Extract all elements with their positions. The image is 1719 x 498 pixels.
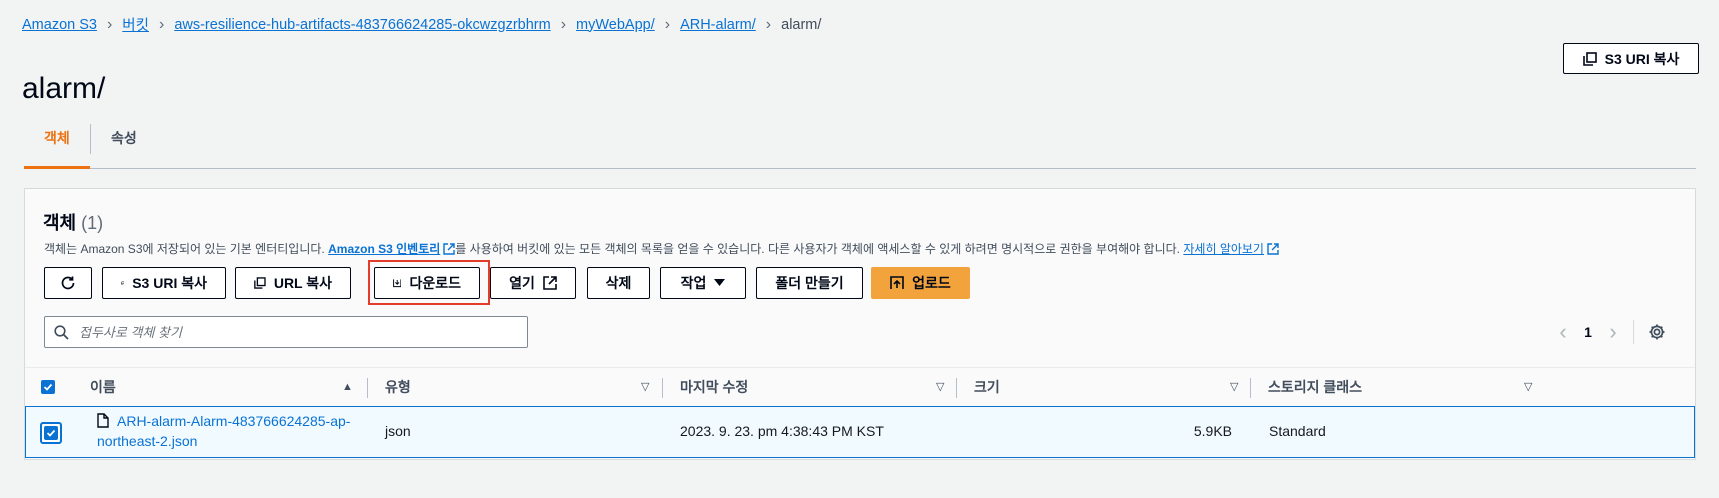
sort-icon[interactable]: ▽ [1230,368,1238,406]
object-name-cell: ARH-alarm-Alarm-483766624285-ap-northeas… [97,411,357,451]
table-row[interactable]: ARH-alarm-Alarm-483766624285-ap-northeas… [25,406,1695,458]
upload-button[interactable]: 업로드 [871,267,970,299]
upload-icon [890,276,904,289]
copy-s3-uri-label: S3 URI 복사 [132,275,207,291]
column-header-type[interactable]: 유형 ▽ [385,368,660,407]
breadcrumb-item-buckets[interactable]: 버킷 [122,14,149,35]
search-input[interactable] [77,323,511,341]
open-label: 열기 [509,275,535,291]
sort-icon[interactable]: ▽ [936,368,944,406]
chevron-right-icon: › [664,15,671,33]
object-modified-cell: 2023. 9. 23. pm 4:38:43 PM KST [680,423,884,439]
row-checkbox[interactable] [40,422,62,444]
copy-url-button[interactable]: URL 복사 [235,267,351,299]
copy-url-label: URL 복사 [273,275,332,291]
tab-properties[interactable]: 속성 [111,118,137,168]
download-icon [393,279,402,288]
chevron-right-icon: › [106,15,113,33]
chevron-right-icon: › [765,15,772,33]
table-header: 이름 ▲ 유형 ▽ 마지막 수정 ▽ 크기 ▽ 스토리지 클래스 ▽ [25,367,1695,408]
copy-icon [1582,51,1597,66]
breadcrumb-item-bucket[interactable]: aws-resilience-hub-artifacts-48376662428… [174,17,550,33]
copy-icon [121,281,125,285]
chevron-right-icon: › [158,15,165,33]
row-checkbox-fill [44,426,58,440]
column-type-label: 유형 [385,379,411,395]
search-icon [54,324,69,340]
column-divider[interactable] [367,378,368,398]
create-folder-label: 폴더 만들기 [775,275,844,291]
copy-icon [254,277,266,289]
caret-down-icon [714,279,726,286]
column-header-last-modified[interactable]: 마지막 수정 ▽ [680,368,955,407]
tab-objects[interactable]: 객체 [24,118,90,169]
pager-divider [1633,320,1634,344]
page-title: alarm/ [22,72,106,106]
download-label: 다운로드 [409,275,461,291]
column-header-name[interactable]: 이름 ▲ [90,368,362,407]
breadcrumb-item-mywebapp[interactable]: myWebApp/ [576,17,655,33]
column-modified-label: 마지막 수정 [680,379,749,395]
object-type-cell: json [385,423,411,439]
prev-page-icon[interactable]: ‹ [1553,319,1573,345]
column-divider[interactable] [662,378,663,398]
learn-more-label: 자세히 알아보기 [1183,242,1264,256]
column-divider[interactable] [956,378,957,398]
page-number[interactable]: 1 [1573,324,1603,340]
copy-s3-uri-button[interactable]: S3 URI 복사 [102,267,226,299]
actions-dropdown-button[interactable]: 작업 [660,267,746,299]
column-divider[interactable] [1250,378,1251,398]
panel-desc-middle: 를 사용하여 버킷에 있는 모든 객체의 목록을 얻을 수 있습니다. 다른 사… [455,242,1181,256]
tab-divider [90,124,91,154]
create-folder-button[interactable]: 폴더 만들기 [756,267,863,299]
external-link-icon [543,276,557,290]
delete-label: 삭제 [605,275,632,291]
column-header-storage-class[interactable]: 스토리지 클래스 ▽ [1268,368,1543,407]
chevron-right-icon: › [560,15,567,33]
panel-description: 객체는 Amazon S3에 저장되어 있는 기본 엔터티입니다. Amazon… [44,240,1279,257]
next-page-icon[interactable]: › [1603,319,1623,345]
pagination: ‹ 1 › [1553,319,1666,345]
refresh-button[interactable] [44,267,92,299]
upload-label: 업로드 [912,275,951,291]
object-storage-class-cell: Standard [1269,423,1326,439]
file-icon [97,413,109,428]
external-link-icon [443,243,455,255]
column-name-label: 이름 [90,379,116,395]
copy-s3-uri-header-button[interactable]: S3 URI 복사 [1563,43,1699,74]
delete-button[interactable]: 삭제 [587,267,650,299]
tab-bar: 객체 속성 [24,118,1696,169]
column-size-label: 크기 [974,379,1000,395]
column-header-size[interactable]: 크기 ▽ [974,368,1249,407]
sort-icon[interactable]: ▽ [641,368,649,406]
object-count: (1) [81,213,104,233]
object-search [44,316,528,348]
objects-panel: 객체 (1) 객체는 Amazon S3에 저장되어 있는 기본 엔터티입니다.… [24,188,1696,460]
breadcrumb-item-arh-alarm[interactable]: ARH-alarm/ [680,17,756,33]
panel-title: 객체 (1) [43,209,103,235]
checkmark-icon [43,383,53,391]
external-link-icon [1267,243,1279,255]
download-button[interactable]: 다운로드 [374,267,480,299]
breadcrumb: Amazon S3 › 버킷 › aws-resilience-hub-arti… [22,14,821,35]
actions-label: 작업 [680,275,707,291]
breadcrumb-item-amazon-s3[interactable]: Amazon S3 [22,17,97,33]
inventory-link[interactable]: Amazon S3 인벤토리 [328,242,455,256]
breadcrumb-current: alarm/ [781,16,822,33]
refresh-icon [61,276,75,290]
sort-ascending-icon[interactable]: ▲ [342,368,353,406]
select-all-checkbox[interactable] [41,380,55,394]
open-button[interactable]: 열기 [490,267,576,299]
column-storage-class-label: 스토리지 클래스 [1268,379,1363,395]
gear-icon[interactable] [1648,323,1666,341]
panel-desc-prefix: 객체는 Amazon S3에 저장되어 있는 기본 엔터티입니다. [44,242,325,256]
sort-icon[interactable]: ▽ [1524,368,1532,406]
learn-more-link[interactable]: 자세히 알아보기 [1183,242,1279,256]
copy-s3-uri-header-label: S3 URI 복사 [1604,50,1680,67]
panel-title-text: 객체 [43,213,77,233]
checkmark-icon [46,429,56,437]
inventory-link-label: Amazon S3 인벤토리 [328,242,441,256]
object-size-cell: 5.9KB [1193,423,1232,439]
object-name-link[interactable]: ARH-alarm-Alarm-483766624285-ap-northeas… [97,413,350,449]
